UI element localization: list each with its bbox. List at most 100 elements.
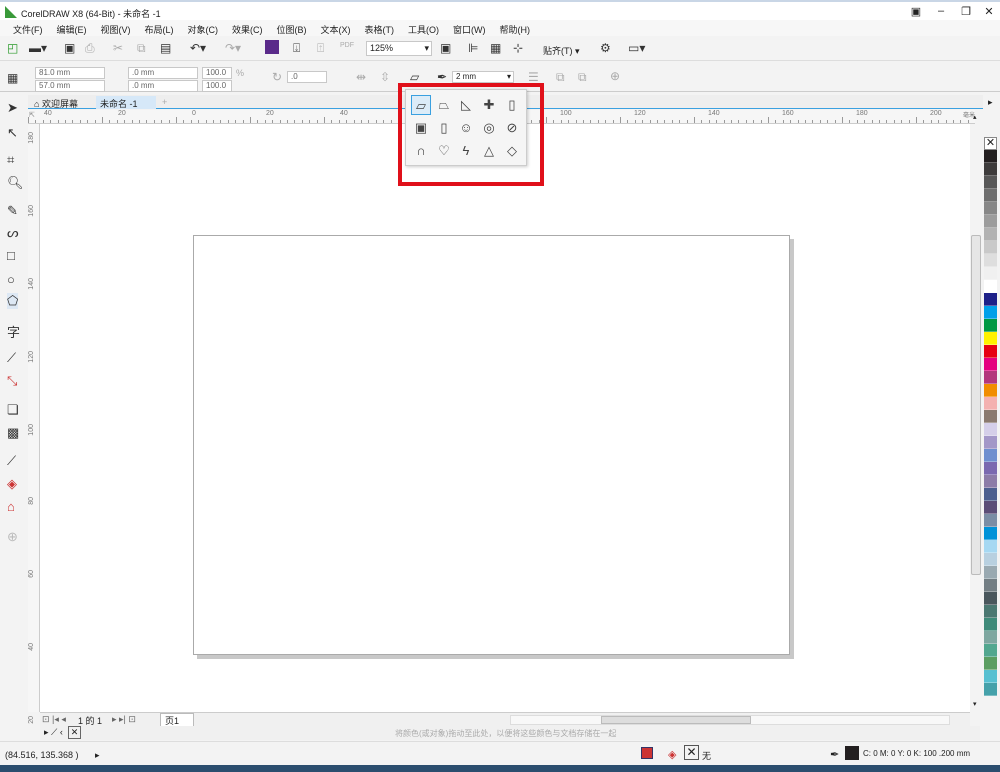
restore-button[interactable]: ❐ xyxy=(955,5,977,18)
connector-tool-icon[interactable]: ⤡ xyxy=(7,373,17,389)
menu-table[interactable]: 表格(T) xyxy=(358,20,402,36)
color-swatch[interactable] xyxy=(984,319,997,332)
color-swatch[interactable] xyxy=(984,592,997,605)
color-swatch[interactable] xyxy=(984,176,997,189)
color-swatch[interactable] xyxy=(984,488,997,501)
mirror-horizontal-icon[interactable]: ⇹ xyxy=(356,70,366,84)
drop-shadow-icon[interactable]: ❏ xyxy=(7,402,19,418)
color-swatch[interactable] xyxy=(984,280,997,293)
minimize-button[interactable]: – xyxy=(930,5,952,17)
color-swatch[interactable] xyxy=(984,657,997,670)
y-position-field[interactable]: 57.0 mm xyxy=(35,80,105,92)
artistic-media-icon[interactable]: ᔕ xyxy=(7,225,19,241)
color-swatch[interactable] xyxy=(984,540,997,553)
interactive-fill-icon[interactable]: ◈ xyxy=(7,476,17,492)
menu-tools[interactable]: 工具(O) xyxy=(401,20,446,36)
paste-icon[interactable]: ▤ xyxy=(160,41,171,55)
scale-x-field[interactable]: 100.0 xyxy=(202,67,232,79)
color-swatch[interactable] xyxy=(984,566,997,579)
tab-welcome-screen[interactable]: ⌂ 欢迎屏幕 xyxy=(30,96,82,109)
menu-help[interactable]: 帮助(H) xyxy=(493,20,538,36)
ellipse-tool-icon[interactable]: ○ xyxy=(7,272,15,287)
text-wrap-icon[interactable]: ☰ xyxy=(528,70,539,84)
scale-y-field[interactable]: 100.0 xyxy=(202,80,232,92)
color-swatch[interactable] xyxy=(984,189,997,202)
page-nav-next-buttons[interactable]: ▸ ▸| ⊡ xyxy=(112,714,136,725)
menu-window[interactable]: 窗口(W) xyxy=(446,20,493,36)
zoom-tool-icon[interactable]: 🔍︎ xyxy=(7,175,24,191)
mirror-vertical-icon[interactable]: ⇳ xyxy=(380,70,390,84)
menu-text[interactable]: 文本(X) xyxy=(314,20,358,36)
shape-tool-icon[interactable]: ↖ xyxy=(7,125,18,141)
color-swatch[interactable] xyxy=(984,228,997,241)
rectangle-tool-icon[interactable]: □ xyxy=(7,248,15,263)
palette-scroll-up-icon[interactable]: ▴ xyxy=(973,113,977,121)
color-swatch[interactable] xyxy=(984,553,997,566)
color-swatch[interactable] xyxy=(984,527,997,540)
outline-width-select[interactable]: 2 mm ▾ xyxy=(452,71,514,83)
parallel-dimension-icon[interactable]: ⟋ xyxy=(7,350,16,366)
rotation-angle-field[interactable]: .0 xyxy=(287,71,327,83)
color-swatch[interactable] xyxy=(984,345,997,358)
color-swatch[interactable] xyxy=(984,293,997,306)
color-swatch[interactable] xyxy=(984,384,997,397)
pdf-icon[interactable]: PDF xyxy=(340,42,354,49)
x-position-field[interactable]: 81.0 mm xyxy=(35,67,105,79)
basic-shapes-tool-icon[interactable]: ⬠ xyxy=(7,293,19,309)
no-color-swatch[interactable]: ✕ xyxy=(68,726,81,739)
vertical-ruler[interactable]: 180 160 140 120 100 80 60 40 20 xyxy=(28,124,40,724)
color-swatch[interactable] xyxy=(984,397,997,410)
color-swatch[interactable] xyxy=(984,267,997,280)
horizontal-scroll-thumb[interactable] xyxy=(601,716,751,724)
color-swatch[interactable] xyxy=(984,514,997,527)
menu-effects[interactable]: 效果(C) xyxy=(225,20,270,36)
basic-shapes-parallelogram-icon[interactable]: ▱ xyxy=(410,70,419,84)
tab-scroll-right-icon[interactable]: ▸ xyxy=(988,97,993,108)
transparency-icon[interactable]: ▩ xyxy=(7,425,19,441)
full-screen-icon[interactable]: ▣ xyxy=(440,41,451,55)
no-color-swatch[interactable]: ✕ xyxy=(984,137,997,150)
color-swatch[interactable] xyxy=(984,644,997,657)
export-icon[interactable]: ⍐ xyxy=(317,41,324,56)
zoom-level-select[interactable]: 125% ▾ xyxy=(366,41,432,56)
color-swatch[interactable] xyxy=(984,163,997,176)
to-front-icon[interactable]: ⧉ xyxy=(556,70,565,85)
color-proof-icon[interactable] xyxy=(641,747,653,759)
color-swatch[interactable] xyxy=(984,501,997,514)
redo-icon[interactable]: ↷▾ xyxy=(225,41,241,55)
color-swatch[interactable] xyxy=(984,423,997,436)
color-swatch[interactable] xyxy=(984,462,997,475)
print-icon[interactable]: ⎙ xyxy=(85,41,95,56)
color-swatch[interactable] xyxy=(984,683,997,696)
color-swatch[interactable] xyxy=(984,254,997,267)
new-tab-button[interactable]: + xyxy=(158,96,171,109)
freehand-tool-icon[interactable]: ✎ xyxy=(7,203,18,219)
color-swatch[interactable] xyxy=(984,215,997,228)
options-gear-icon[interactable]: ⚙ xyxy=(600,41,611,55)
snap-to-dropdown[interactable]: 贴齐(T) ▾ xyxy=(543,44,580,57)
status-expand-icon[interactable]: ▸ xyxy=(95,750,100,761)
drawing-page[interactable] xyxy=(193,235,790,655)
menu-bitmaps[interactable]: 位图(B) xyxy=(270,20,314,36)
crop-tool-icon[interactable]: ⌗ xyxy=(7,152,14,168)
search-content-icon[interactable] xyxy=(265,40,279,54)
save-icon[interactable]: ▣ xyxy=(64,41,75,55)
copy-icon[interactable]: ⧉ xyxy=(137,41,146,56)
horizontal-scrollbar[interactable] xyxy=(510,715,950,725)
show-grid-icon[interactable]: ▦ xyxy=(490,41,501,55)
menu-file[interactable]: 文件(F) xyxy=(6,20,50,36)
menu-layout[interactable]: 布局(L) xyxy=(138,20,181,36)
cut-icon[interactable]: ✂ xyxy=(113,41,123,55)
text-tool-icon[interactable]: 字 xyxy=(7,322,20,341)
color-swatch[interactable] xyxy=(984,150,997,163)
undo-icon[interactable]: ↶▾ xyxy=(190,41,206,55)
ruler-origin-icon[interactable]: ⇱ xyxy=(29,111,35,119)
document-palette-menu-icon[interactable]: ▸ ⟋ ‹ xyxy=(44,727,63,738)
help-icon[interactable]: ▣ xyxy=(905,5,927,18)
new-document-icon[interactable]: ◰ xyxy=(7,41,18,55)
menu-view[interactable]: 视图(V) xyxy=(94,20,138,36)
show-guidelines-icon[interactable]: ⊹ xyxy=(513,41,523,55)
height-field[interactable]: .0 mm xyxy=(128,80,198,92)
application-launcher-icon[interactable]: ▭▾ xyxy=(628,41,645,55)
quick-customize-icon[interactable]: ⊕ xyxy=(610,69,620,83)
